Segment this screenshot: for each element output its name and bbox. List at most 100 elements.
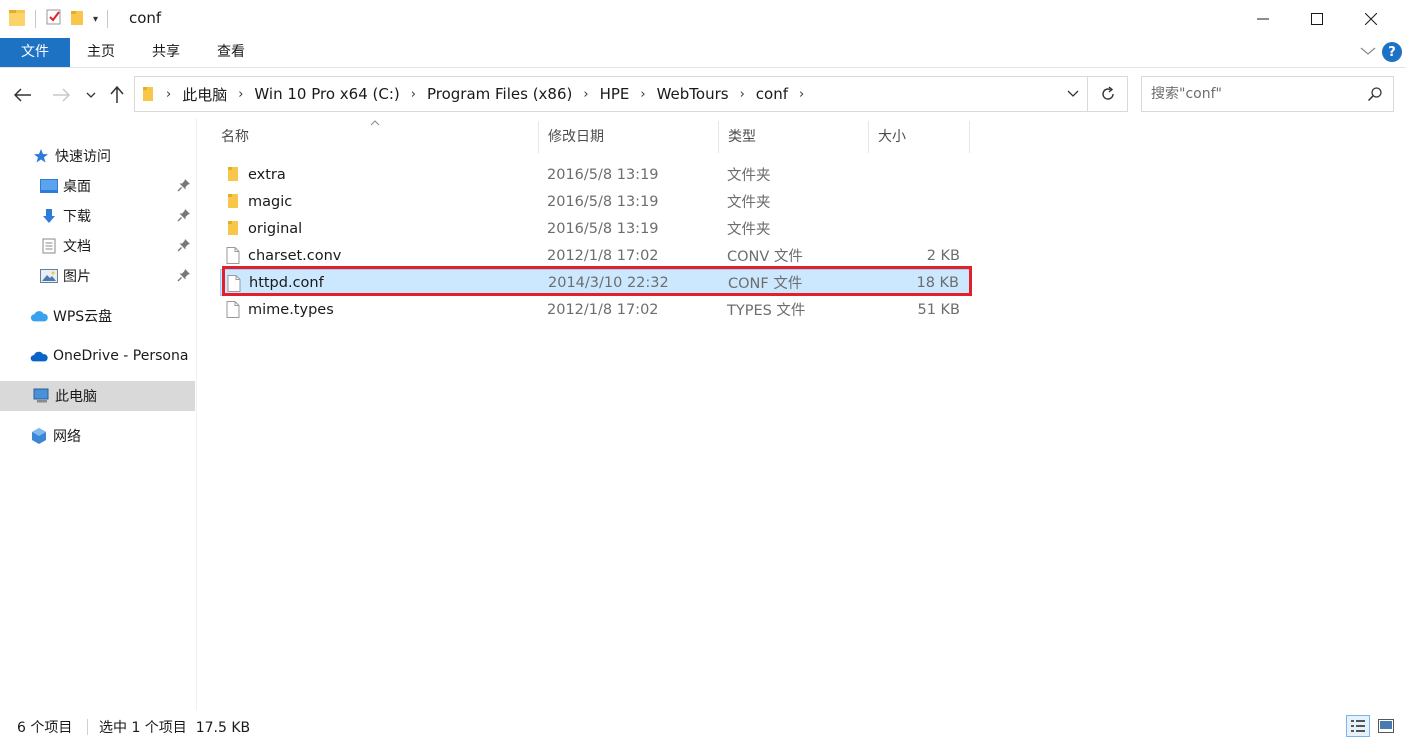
search-input[interactable] [1151, 86, 1361, 102]
breadcrumb-separator[interactable]: › [631, 87, 654, 102]
new-folder-icon[interactable] [69, 8, 85, 30]
sidebar-item-label: 快速访问 [55, 149, 111, 165]
sidebar-item-label: WPS云盘 [53, 309, 113, 325]
ribbon-controls: ? [1360, 42, 1406, 62]
recent-locations-button[interactable] [82, 84, 100, 106]
file-row-httpd-conf[interactable]: httpd.conf 2014/3/10 22:32 CONF 文件 18 KB [220, 269, 970, 296]
minimize-icon [1257, 18, 1269, 20]
breadcrumb-drive-c[interactable]: Win 10 Pro x64 (C:) [252, 85, 401, 103]
file-type: 文件夹 [727, 195, 771, 211]
breadcrumb-this-pc[interactable]: 此电脑 [180, 84, 229, 105]
chevron-down-icon [1067, 90, 1079, 97]
sidebar-item-pictures[interactable]: 图片 [0, 261, 195, 291]
close-button[interactable] [1348, 0, 1394, 38]
sidebar-item-onedrive[interactable]: OneDrive - Persona [0, 341, 195, 371]
tab-share[interactable]: 共享 [138, 38, 194, 67]
maximize-button[interactable] [1294, 0, 1340, 38]
sidebar-item-label: 图片 [63, 269, 91, 285]
document-icon [40, 237, 58, 255]
search-icon[interactable] [1367, 86, 1383, 106]
details-view-icon [1351, 720, 1365, 732]
tab-home[interactable]: 主页 [73, 38, 129, 67]
forward-button[interactable] [50, 84, 72, 106]
file-icon [227, 275, 241, 296]
folder-icon [143, 87, 153, 101]
file-row-mime-types[interactable]: mime.types 2012/1/8 17:02 TYPES 文件 51 KB [220, 296, 970, 323]
pin-icon[interactable] [177, 208, 191, 226]
large-icons-view-icon [1378, 719, 1394, 733]
network-icon [30, 427, 48, 445]
file-icon [226, 301, 240, 322]
file-name: extra [248, 166, 286, 183]
file-list: 名称 修改日期 类型 大小 extra 2016/5/8 13:19 文件夹 m… [212, 118, 1402, 710]
pin-icon[interactable] [177, 178, 191, 196]
tab-view[interactable]: 查看 [203, 38, 259, 67]
breadcrumb-separator[interactable]: › [402, 87, 425, 102]
back-button[interactable] [12, 84, 34, 106]
sidebar-item-label: 此电脑 [55, 389, 97, 405]
breadcrumb-separator[interactable]: › [229, 87, 252, 102]
folder-icon [226, 193, 240, 213]
sidebar-item-wps-cloud[interactable]: WPS云盘 [0, 301, 195, 331]
breadcrumb-separator[interactable]: › [574, 87, 597, 102]
address-history-button[interactable] [1067, 86, 1079, 102]
file-name: magic [248, 193, 293, 210]
file-row-magic[interactable]: magic 2016/5/8 13:19 文件夹 [220, 188, 970, 215]
window-title: conf [129, 9, 162, 27]
breadcrumb-webtours[interactable]: WebTours [655, 85, 731, 103]
file-date: 2016/5/8 13:19 [547, 166, 659, 183]
breadcrumb-separator[interactable]: › [157, 87, 180, 102]
column-header-type[interactable]: 类型 [719, 121, 869, 153]
pin-icon[interactable] [177, 238, 191, 256]
tab-file[interactable]: 文件 [0, 38, 70, 67]
file-row-extra[interactable]: extra 2016/5/8 13:19 文件夹 [220, 161, 970, 188]
file-name: httpd.conf [249, 274, 324, 291]
file-name: mime.types [248, 301, 334, 318]
sidebar-item-documents[interactable]: 文档 [0, 231, 195, 261]
sidebar-item-desktop[interactable]: 桌面 [0, 171, 195, 201]
close-icon [1365, 13, 1377, 25]
search-box[interactable] [1141, 76, 1394, 112]
address-bar[interactable]: › 此电脑 › Win 10 Pro x64 (C:) › Program Fi… [134, 76, 1088, 112]
column-header-name[interactable]: 名称 [212, 121, 539, 153]
sidebar-item-this-pc[interactable]: 此电脑 [0, 381, 195, 411]
breadcrumb-program-files[interactable]: Program Files (x86) [425, 85, 574, 103]
details-view-button[interactable] [1346, 715, 1370, 737]
expand-ribbon-icon[interactable] [1360, 44, 1376, 60]
sidebar-item-quick-access[interactable]: 快速访问 [0, 141, 195, 171]
file-name: charset.conv [248, 247, 342, 264]
download-icon [40, 207, 58, 225]
file-row-charset-conv[interactable]: charset.conv 2012/1/8 17:02 CONV 文件 2 KB [220, 242, 970, 269]
sidebar-item-network[interactable]: 网络 [0, 421, 195, 451]
minimize-button[interactable] [1240, 0, 1286, 38]
sidebar-item-label: OneDrive - Persona [53, 348, 189, 364]
file-date: 2012/1/8 17:02 [547, 301, 659, 318]
breadcrumb-hpe[interactable]: HPE [598, 85, 632, 103]
breadcrumb-conf[interactable]: conf [754, 85, 790, 103]
breadcrumb-separator[interactable]: › [731, 87, 754, 102]
arrow-right-icon [53, 88, 70, 102]
ribbon: 文件 主页 共享 查看 ? [0, 38, 1406, 68]
file-row-original[interactable]: original 2016/5/8 13:19 文件夹 [220, 215, 970, 242]
file-type: CONF 文件 [728, 276, 803, 292]
customize-toolbar-icon[interactable]: ▾ [93, 14, 98, 25]
refresh-button[interactable] [1088, 76, 1128, 112]
large-icons-view-button[interactable] [1374, 715, 1398, 737]
arrow-up-icon [110, 86, 124, 103]
file-type: 文件夹 [727, 222, 771, 238]
up-button[interactable] [106, 84, 128, 106]
file-size: 2 KB [926, 247, 960, 264]
folder-icon [226, 166, 240, 186]
column-header-date[interactable]: 修改日期 [539, 121, 719, 153]
sidebar-item-downloads[interactable]: 下载 [0, 201, 195, 231]
maximize-icon [1311, 13, 1323, 25]
column-header-size[interactable]: 大小 [869, 121, 970, 153]
arrow-left-icon [14, 88, 31, 102]
computer-icon [32, 387, 50, 405]
breadcrumb-separator[interactable]: › [790, 87, 813, 102]
star-icon [32, 147, 50, 165]
help-icon[interactable]: ? [1382, 42, 1402, 62]
properties-icon[interactable] [45, 8, 63, 30]
navigation-pane: 快速访问 桌面 下载 文档 图片 WPS云盘 OneDrive - Person… [0, 118, 197, 710]
pin-icon[interactable] [177, 268, 191, 286]
